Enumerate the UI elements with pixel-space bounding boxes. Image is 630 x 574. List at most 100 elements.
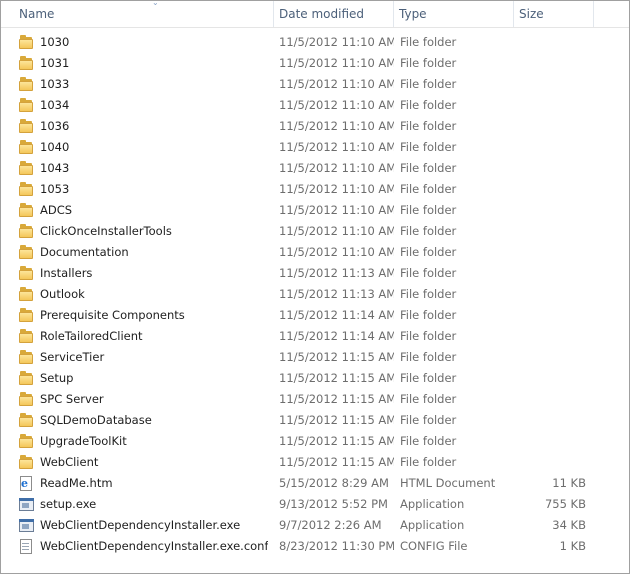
file-name: Installers <box>40 266 93 280</box>
file-row[interactable]: 1031 11/5/2012 11:10 AM File folder <box>1 53 629 74</box>
file-name: 1034 <box>40 98 70 112</box>
file-row[interactable]: WebClientDependencyInstaller.exe 9/7/2012… <box>1 515 629 536</box>
file-size <box>515 452 586 473</box>
file-row[interactable]: Outlook 11/5/2012 11:13 AM File folder <box>1 284 629 305</box>
file-size <box>515 158 586 179</box>
file-date-modified: 11/5/2012 11:13 AM <box>279 287 394 301</box>
file-row[interactable]: 1043 11/5/2012 11:10 AM File folder <box>1 158 629 179</box>
file-name: SQLDemoDatabase <box>40 413 152 427</box>
file-size: 11 KB <box>552 476 586 490</box>
file-type: File folder <box>400 434 457 448</box>
file-name-cell[interactable]: UpgradeToolKit <box>18 431 268 452</box>
file-size <box>515 305 586 326</box>
file-name-cell[interactable]: Setup <box>18 368 268 389</box>
file-row[interactable]: 1030 11/5/2012 11:10 AM File folder <box>1 32 629 53</box>
file-name-cell[interactable]: WebClientDependencyInstaller.exe <box>18 515 268 536</box>
column-header-size-label: Size <box>519 7 544 21</box>
folder-icon <box>18 434 35 449</box>
file-type: File folder <box>400 161 457 175</box>
file-date-modified: 11/5/2012 11:10 AM <box>279 140 394 154</box>
file-type: File folder <box>400 77 457 91</box>
file-row[interactable]: SQLDemoDatabase 11/5/2012 11:15 AM File fo… <box>1 410 629 431</box>
file-name-cell[interactable]: SQLDemoDatabase <box>18 410 268 431</box>
file-size <box>515 389 586 410</box>
file-row[interactable]: ClickOnceInstallerTools 11/5/2012 11:10 A… <box>1 221 629 242</box>
file-name-cell[interactable]: setup.exe <box>18 494 268 515</box>
file-row[interactable]: Prerequisite Components 11/5/2012 11:14 A… <box>1 305 629 326</box>
file-row[interactable]: 1053 11/5/2012 11:10 AM File folder <box>1 179 629 200</box>
file-name-cell[interactable]: SPC Server <box>18 389 268 410</box>
file-row[interactable]: 1034 11/5/2012 11:10 AM File folder <box>1 95 629 116</box>
file-name-cell[interactable]: ServiceTier <box>18 347 268 368</box>
file-name-cell[interactable]: 1034 <box>18 95 268 116</box>
file-row[interactable]: 1036 11/5/2012 11:10 AM File folder <box>1 116 629 137</box>
file-name-cell[interactable]: ClickOnceInstallerTools <box>18 221 268 242</box>
file-name-cell[interactable]: 1031 <box>18 53 268 74</box>
file-name-cell[interactable]: RoleTailoredClient <box>18 326 268 347</box>
file-name: RoleTailoredClient <box>40 329 143 343</box>
file-size <box>515 179 586 200</box>
column-header-date[interactable]: Date modified <box>274 1 394 27</box>
file-type: File folder <box>400 140 457 154</box>
file-date-modified: 11/5/2012 11:15 AM <box>279 455 394 469</box>
file-name-cell[interactable]: 1033 <box>18 74 268 95</box>
column-header-type[interactable]: Type <box>394 1 514 27</box>
file-type: File folder <box>400 35 457 49</box>
file-row[interactable]: 1040 11/5/2012 11:10 AM File folder <box>1 137 629 158</box>
file-date-modified: 11/5/2012 11:14 AM <box>279 308 394 322</box>
file-row[interactable]: WebClientDependencyInstaller.exe.config 8… <box>1 536 629 557</box>
file-name-cell[interactable]: 1043 <box>18 158 268 179</box>
file-name-cell[interactable]: ADCS <box>18 200 268 221</box>
file-name-cell[interactable]: Prerequisite Components <box>18 305 268 326</box>
file-name-cell[interactable]: e ReadMe.htm <box>18 473 268 494</box>
column-header-size[interactable]: Size <box>514 1 594 27</box>
folder-icon <box>18 245 35 260</box>
file-name: ServiceTier <box>40 350 105 364</box>
file-date-modified: 11/5/2012 11:10 AM <box>279 35 394 49</box>
file-name-cell[interactable]: WebClientDependencyInstaller.exe.config <box>18 536 268 557</box>
file-name-cell[interactable]: 1030 <box>18 32 268 53</box>
file-size: 34 KB <box>552 518 586 532</box>
file-row[interactable]: Installers 11/5/2012 11:13 AM File folder <box>1 263 629 284</box>
file-size <box>515 53 586 74</box>
file-name-cell[interactable]: Outlook <box>18 284 268 305</box>
file-size <box>515 431 586 452</box>
file-row[interactable]: Documentation 11/5/2012 11:10 AM File fold… <box>1 242 629 263</box>
file-row[interactable]: e ReadMe.htm 5/15/2012 8:29 AM HTML Documen… <box>1 473 629 494</box>
file-name: WebClientDependencyInstaller.exe <box>40 518 241 532</box>
sort-indicator-icon: ⌄ <box>152 0 159 7</box>
file-row[interactable]: 1033 11/5/2012 11:10 AM File folder <box>1 74 629 95</box>
column-header-name[interactable]: ⌄ Name <box>14 0 274 27</box>
column-divider[interactable] <box>593 1 594 27</box>
folder-icon <box>18 287 35 302</box>
file-row[interactable]: UpgradeToolKit 11/5/2012 11:15 AM File fol… <box>1 431 629 452</box>
file-name-cell[interactable]: 1053 <box>18 179 268 200</box>
file-row[interactable]: ADCS 11/5/2012 11:10 AM File folder <box>1 200 629 221</box>
file-row[interactable]: SPC Server 11/5/2012 11:15 AM File folder <box>1 389 629 410</box>
file-row[interactable]: ServiceTier 11/5/2012 11:15 AM File folder <box>1 347 629 368</box>
file-row[interactable]: Setup 11/5/2012 11:15 AM File folder <box>1 368 629 389</box>
folder-icon <box>18 182 35 197</box>
file-name-cell[interactable]: 1040 <box>18 137 268 158</box>
file-name-cell[interactable]: Documentation <box>18 242 268 263</box>
file-name-cell[interactable]: 1036 <box>18 116 268 137</box>
file-size <box>515 410 586 431</box>
file-name-cell[interactable]: WebClient <box>18 452 268 473</box>
folder-icon <box>18 308 35 323</box>
file-name: 1053 <box>40 182 70 196</box>
file-type: File folder <box>400 392 457 406</box>
file-name-cell[interactable]: Installers <box>18 263 268 284</box>
file-size <box>515 263 586 284</box>
file-name: ADCS <box>40 203 73 217</box>
file-size <box>515 368 586 389</box>
file-row[interactable]: RoleTailoredClient 11/5/2012 11:14 AM File… <box>1 326 629 347</box>
file-size <box>515 221 586 242</box>
file-size <box>515 116 586 137</box>
file-type: HTML Document <box>400 476 496 490</box>
folder-icon <box>18 224 35 239</box>
file-row[interactable]: WebClient 11/5/2012 11:15 AM File folder <box>1 452 629 473</box>
file-type: File folder <box>400 56 457 70</box>
file-row[interactable]: setup.exe 9/13/2012 5:52 PM Application 755… <box>1 494 629 515</box>
file-name: Documentation <box>40 245 129 259</box>
file-type: File folder <box>400 224 457 238</box>
